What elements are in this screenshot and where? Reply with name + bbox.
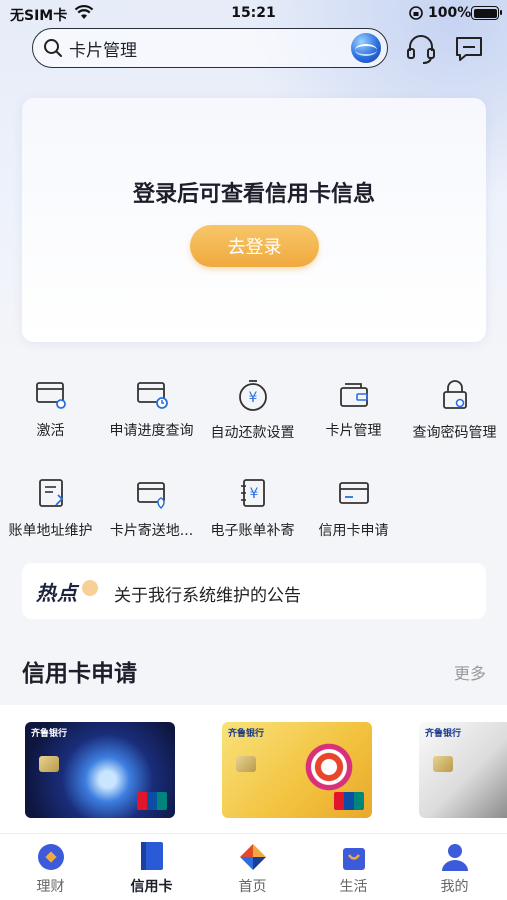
search-icon (44, 39, 62, 57)
customer-service-icon[interactable] (404, 32, 438, 66)
tab-credit-card[interactable]: 信用卡 (101, 834, 202, 900)
card-activate-icon (35, 382, 66, 409)
quick-item-bill-address[interactable]: 账单地址维护 (0, 476, 101, 540)
quick-item-card-manage[interactable]: 卡片管理 (303, 378, 404, 440)
credit-card-image[interactable]: 齐鲁银行 (25, 722, 175, 818)
card-artwork (302, 740, 356, 794)
quick-item-e-bill[interactable]: ¥ 电子账单补寄 (202, 476, 303, 540)
quick-item-delivery[interactable]: 卡片寄送地... (101, 476, 202, 540)
card-delivery-icon (136, 482, 165, 510)
search-input[interactable] (69, 35, 339, 61)
tab-home[interactable]: 首页 (202, 834, 303, 900)
login-prompt: 登录后可查看信用卡信息 (132, 182, 375, 207)
lock-icon (442, 380, 467, 409)
shopping-bag-icon (343, 848, 365, 870)
wealth-icon (38, 844, 64, 870)
quick-item-activate[interactable]: 激活 (0, 378, 101, 440)
quick-item-card-apply[interactable]: 信用卡申请 (303, 476, 404, 540)
tab-wealth[interactable]: 理财 (0, 834, 101, 900)
user-icon (442, 844, 468, 871)
rotation-lock-icon (409, 6, 423, 20)
bottom-tab-bar: 理财 信用卡 首页 生活 我的 (0, 833, 507, 900)
tab-life[interactable]: 生活 (303, 834, 404, 900)
hot-news-bar[interactable]: 热点 关于我行系统维护的公告 (22, 563, 486, 619)
battery-percent: 100% (428, 5, 472, 21)
home-logo-icon (240, 844, 266, 870)
chip-icon (433, 756, 453, 772)
credit-card-image[interactable]: 齐鲁银行 (419, 722, 507, 818)
search-bar[interactable] (32, 28, 388, 68)
card-progress-icon (136, 382, 168, 409)
hot-tag: 热点 (36, 581, 78, 605)
login-card: 登录后可查看信用卡信息 去登录 (22, 98, 486, 342)
status-bar: 无SIM卡 15:21 100% (0, 0, 507, 28)
quick-item-progress[interactable]: 申请进度查询 (101, 378, 202, 440)
voice-assistant-icon[interactable] (351, 33, 381, 63)
tab-profile[interactable]: 我的 (404, 834, 505, 900)
svg-text:¥: ¥ (249, 486, 258, 502)
credit-card-icon (141, 842, 163, 870)
e-bill-icon: ¥ (240, 479, 265, 507)
card-apply-icon (338, 482, 369, 504)
bill-address-icon (38, 479, 63, 507)
credit-card-image[interactable]: 齐鲁银行 (222, 722, 372, 818)
quick-item-auto-repay[interactable]: ¥ 自动还款设置 (202, 378, 303, 442)
auto-repay-icon: ¥ (238, 380, 267, 411)
card-carousel[interactable]: 齐鲁银行 齐鲁银行 齐鲁银行 (0, 705, 507, 835)
section-title: 信用卡申请 (22, 661, 137, 687)
wallet-icon (339, 383, 368, 407)
svg-text:¥: ¥ (248, 390, 257, 406)
chip-icon (236, 756, 256, 772)
hot-news-text[interactable]: 关于我行系统维护的公告 (114, 581, 301, 606)
login-button[interactable]: 去登录 (190, 225, 319, 267)
chip-icon (39, 756, 59, 772)
message-icon[interactable] (452, 32, 486, 66)
more-link[interactable]: 更多 (454, 660, 486, 684)
hot-tag-decoration (82, 580, 98, 596)
battery-icon (471, 6, 502, 20)
unionpay-logo (137, 792, 167, 810)
quick-item-password[interactable]: 查询密码管理 (404, 378, 505, 442)
unionpay-logo (334, 792, 364, 810)
